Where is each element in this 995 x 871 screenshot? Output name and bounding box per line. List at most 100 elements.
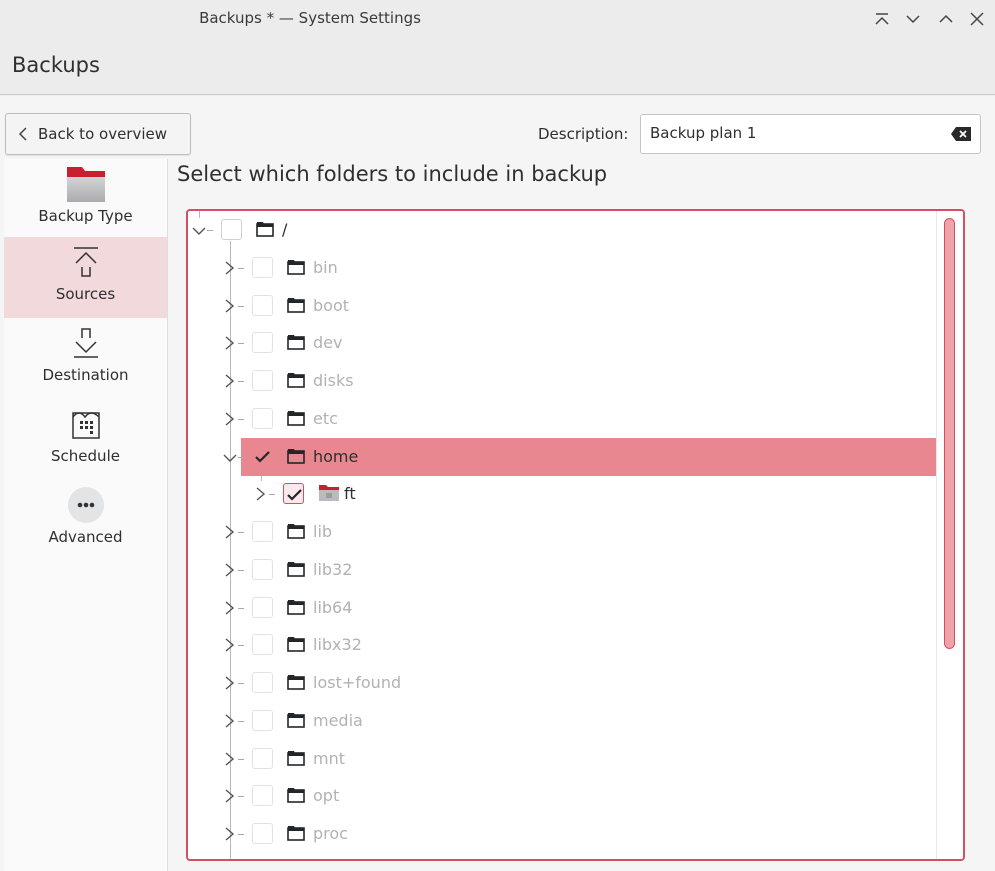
tree-row-libx32[interactable]: libx32 [188,626,936,664]
scrollbar-thumb[interactable] [944,218,955,649]
chevron-right-icon[interactable] [223,335,237,351]
chevron-right-icon[interactable] [223,298,237,314]
chevron-right-icon[interactable] [223,562,237,578]
folder-name: bin [313,257,338,277]
tree-row-dev[interactable]: dev [188,324,936,362]
tree-connector [269,494,275,496]
checkbox[interactable] [252,823,273,844]
checkbox[interactable] [252,521,273,542]
checkbox[interactable] [252,370,273,391]
checkbox[interactable] [252,332,273,354]
chevron-right-icon[interactable] [223,675,237,691]
tree-row-home[interactable]: home [223,437,936,476]
minimize-button[interactable] [902,8,924,30]
tree-row-proc[interactable]: proc [188,815,936,853]
keep-above-button[interactable] [871,8,893,30]
checkbox[interactable] [252,256,273,278]
tree-row-lib64[interactable]: lib64 [188,589,936,627]
sidebar-item-label: Sources [55,285,116,303]
folder-icon [287,787,305,807]
tree-row-mnt[interactable]: mnt [188,740,936,778]
chevron-right-icon[interactable] [223,713,237,729]
sidebar-item-destination[interactable]: Destination [4,318,167,399]
chevron-right-icon[interactable] [223,524,237,540]
folder-name: lib64 [313,597,353,617]
sidebar-item-sources[interactable]: Sources [4,237,167,318]
folder-icon [287,334,305,354]
tree-row-root[interactable]: / [188,211,936,249]
folder-name: lost+found [313,673,402,692]
tree-row-etc[interactable]: etc [188,400,936,438]
tree-row-bin[interactable]: bin [188,249,936,287]
tree-row-lost-found[interactable]: lost+found [188,664,936,702]
checkbox[interactable] [221,219,242,240]
checkbox[interactable] [252,634,273,656]
tree-row-ft[interactable]: ft [188,475,936,513]
window-titlebar: Backups * — System Settings [0,0,995,38]
sidebar-item-advanced[interactable]: Advanced [4,480,167,561]
chevron-right-icon[interactable] [223,411,237,427]
calendar-icon [70,403,102,445]
chevron-right-icon[interactable] [223,826,237,842]
folder-icon [66,163,106,205]
folder-name: boot [313,295,350,315]
clear-text-icon[interactable] [950,126,972,146]
tree-connector [238,418,244,420]
checkbox[interactable] [252,785,273,807]
chevron-right-icon[interactable] [223,751,237,767]
tree-row-boot[interactable]: boot [188,287,936,325]
chevron-right-icon[interactable] [254,486,268,502]
folder-name: media [313,710,363,730]
tree-connector [238,267,244,269]
checkbox[interactable] [252,672,273,693]
checkbox[interactable] [252,709,273,731]
tree-row-lib[interactable]: lib [188,513,936,551]
folder-tree[interactable]: / bin boot dev disks etc home ft lib lib32 lib64 li… [186,209,965,861]
section-title: Select which folders to include in backu… [177,162,608,186]
chevron-down-icon[interactable] [192,222,206,238]
checkbox[interactable] [252,596,273,618]
tree-row-media[interactable]: media [188,702,936,740]
tree-connector [238,569,244,571]
sidebar-item-label: Advanced [48,528,123,546]
folder-icon [287,448,305,468]
chevron-right-icon[interactable] [223,373,237,389]
checkbox[interactable] [252,446,273,467]
chevron-right-icon[interactable] [223,600,237,616]
close-button[interactable] [966,8,988,30]
chevron-right-icon[interactable] [223,260,237,276]
chevron-down-icon[interactable] [223,449,237,465]
chevron-down-icon [906,15,920,24]
tree-row-disks[interactable]: disks [188,362,936,400]
back-to-overview-button[interactable]: Back to overview [5,113,191,155]
folder-name: disks [313,371,354,390]
chevron-right-icon[interactable] [223,637,237,653]
sidebar-item-schedule[interactable]: Schedule [4,399,167,480]
checkbox[interactable] [283,483,304,505]
close-icon [970,12,984,26]
sidebar-item-backup-type[interactable]: Backup Type [4,159,167,240]
folder-icon [287,636,305,656]
checkbox[interactable] [252,747,273,769]
tree-row-lib32[interactable]: lib32 [188,551,936,589]
tree-connector [238,796,244,798]
checkbox[interactable] [252,558,273,580]
checkmark-icon [255,450,270,463]
sidebar-item-label: Destination [42,366,129,384]
tree-connector [238,683,244,684]
checkmark-icon [287,489,302,501]
description-field[interactable] [640,114,981,154]
tree-connector [238,607,244,609]
checkbox[interactable] [252,407,273,429]
folder-icon [287,523,305,543]
checkbox[interactable] [252,294,273,316]
description-input[interactable] [650,124,940,142]
more-icon [66,484,106,526]
maximize-button[interactable] [935,8,957,30]
tree-row-opt[interactable]: opt [188,777,936,815]
folder-icon [287,259,305,279]
download-icon [71,322,101,364]
description-label: Description: [538,125,629,143]
folder-name: libx32 [313,635,362,655]
chevron-right-icon[interactable] [223,788,237,804]
